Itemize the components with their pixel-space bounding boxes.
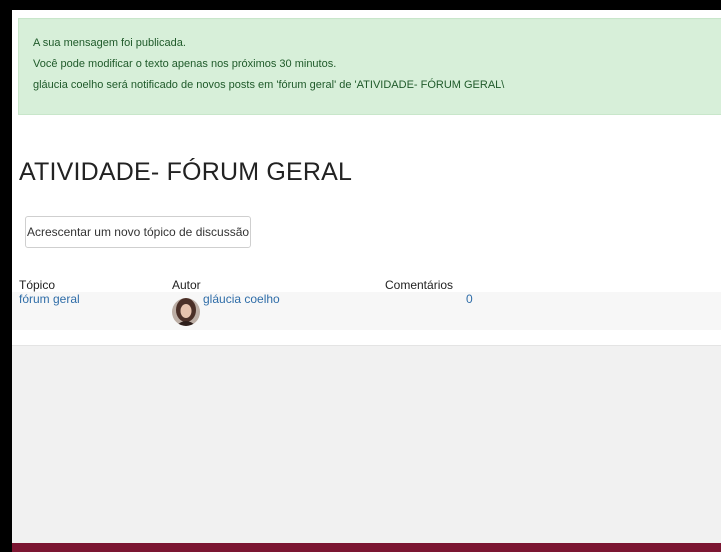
alert-line-published: A sua mensagem foi publicada.: [33, 37, 186, 49]
success-alert: A sua mensagem foi publicada. Você pode …: [18, 18, 721, 115]
page-title: ATIVIDADE- FÓRUM GERAL: [19, 158, 353, 186]
page-frame: A sua mensagem foi publicada. Você pode …: [0, 0, 721, 552]
header-comments: Comentários: [385, 278, 454, 292]
author-link[interactable]: gláucia coelho: [203, 292, 280, 306]
header-topic: Tópico: [19, 278, 56, 292]
avatar-photo-icon: [172, 298, 200, 326]
comments-count[interactable]: 0: [466, 292, 473, 306]
discussion-table: Tópico Autor Comentários fórum geral glá…: [12, 276, 721, 330]
table-row: fórum geral gláucia coelho 0: [12, 292, 721, 330]
alert-line-notification: gláucia coelho será notificado de novos …: [33, 79, 505, 91]
header-author: Autor: [172, 278, 201, 292]
alert-line-edit-window: Você pode modificar o texto apenas nos p…: [33, 58, 337, 70]
lower-blank-area: [12, 346, 721, 543]
table-header: Tópico Autor Comentários: [12, 276, 721, 292]
author-avatar: [172, 298, 200, 326]
page-footer: [12, 543, 721, 552]
add-topic-button[interactable]: Acrescentar um novo tópico de discussão: [25, 216, 251, 248]
topic-link[interactable]: fórum geral: [19, 292, 80, 306]
